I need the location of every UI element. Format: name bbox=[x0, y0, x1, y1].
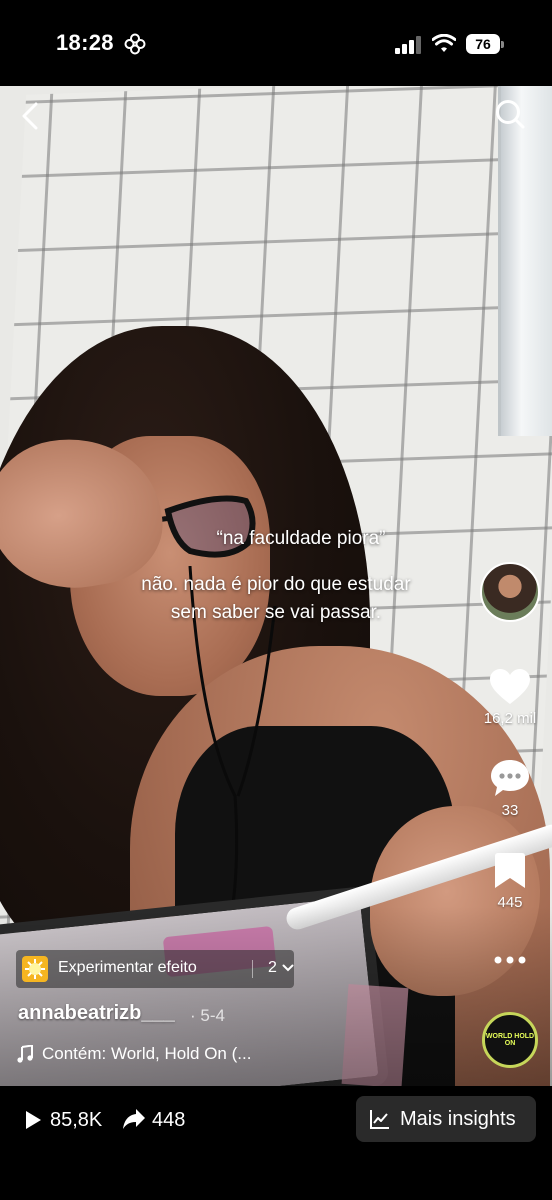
author-username[interactable]: annabeatrizb___ bbox=[18, 1002, 175, 1025]
post-date: · 5-4 bbox=[190, 1006, 225, 1025]
comment-count: 33 bbox=[501, 802, 519, 819]
views-count: 85,8K bbox=[50, 1109, 103, 1131]
comment-icon bbox=[491, 760, 529, 796]
search-icon[interactable] bbox=[494, 98, 526, 132]
effect-label: Experimentar efeito bbox=[58, 959, 197, 976]
caption-line-1: não. nada é pior do que estudar bbox=[141, 574, 411, 595]
music-note-icon bbox=[17, 1045, 33, 1063]
like-button[interactable]: 16,2 mil bbox=[482, 668, 538, 727]
effect-count: 2 bbox=[268, 959, 277, 976]
chevron-down-icon bbox=[282, 964, 294, 972]
save-count: 445 bbox=[497, 894, 523, 911]
caption-quote: “na faculdade piora” bbox=[216, 528, 386, 549]
flower-icon bbox=[124, 33, 146, 55]
more-insights-label: Mais insights bbox=[400, 1108, 516, 1130]
chart-icon bbox=[370, 1110, 389, 1129]
music-text: Contém: World, Hold On (... bbox=[42, 1044, 252, 1063]
save-button[interactable]: 445 bbox=[482, 852, 538, 911]
back-icon[interactable] bbox=[16, 100, 48, 132]
music-disc-label: WORLD HOLD ON bbox=[485, 1033, 535, 1047]
signal-icon bbox=[395, 36, 421, 54]
status-bar: 18:28 76 bbox=[0, 0, 552, 86]
more-icon[interactable] bbox=[492, 950, 528, 970]
like-count: 16,2 mil bbox=[483, 710, 537, 727]
effect-pill[interactable]: Experimentar efeito 2 bbox=[16, 950, 294, 988]
caption-line-2: sem saber se vai passar. bbox=[170, 602, 382, 623]
window-frame bbox=[498, 86, 552, 436]
bottom-bar: 85,8K 448 Mais insights bbox=[0, 1086, 552, 1200]
bookmark-icon bbox=[495, 853, 525, 888]
play-icon bbox=[26, 1111, 41, 1129]
status-time: 18:28 bbox=[56, 30, 114, 55]
battery-icon: 76 bbox=[466, 34, 504, 54]
share-icon bbox=[123, 1109, 145, 1129]
more-insights-button[interactable]: Mais insights bbox=[356, 1096, 536, 1142]
shares-count: 448 bbox=[152, 1109, 186, 1131]
music-disc[interactable]: WORLD HOLD ON bbox=[482, 1012, 538, 1068]
video-caption: “na faculdade piora” não. nada é pior do… bbox=[0, 525, 552, 627]
effect-thumbnail bbox=[22, 956, 48, 982]
wifi-icon bbox=[432, 34, 456, 52]
heart-icon bbox=[490, 669, 530, 704]
comment-button[interactable]: 33 bbox=[482, 758, 538, 819]
battery-level: 76 bbox=[466, 34, 500, 54]
avatar[interactable] bbox=[480, 562, 540, 622]
